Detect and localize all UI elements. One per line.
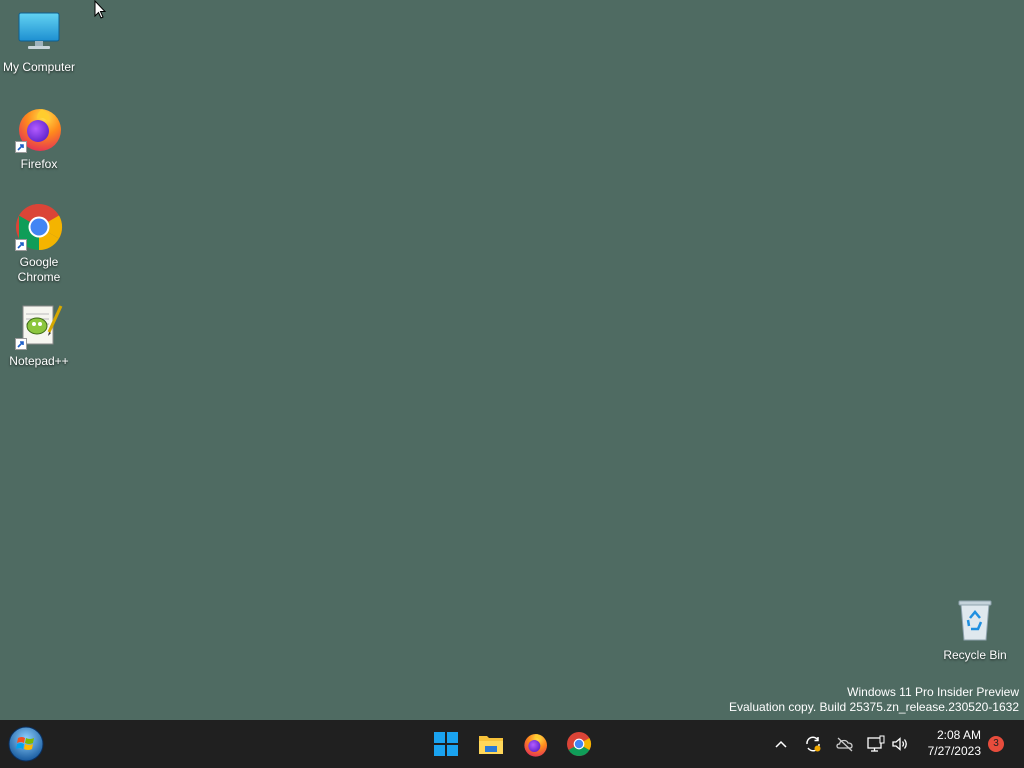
desktop-icon-firefox[interactable]: Firefox [0,105,78,172]
desktop-icon-label: Firefox [20,157,58,171]
desktop-icon-label: Notepad++ [9,354,69,368]
taskbar-start-button[interactable] [430,728,462,760]
taskbar-chrome-button[interactable] [563,728,595,760]
desktop-icon-notepadpp[interactable]: Notepad++ [0,302,78,369]
shortcut-arrow-icon [15,239,27,251]
monitor-icon [15,8,63,56]
watermark-line-build: Evaluation copy. Build 25375.zn_release.… [729,700,1019,714]
start-orb-button[interactable] [8,726,44,762]
shortcut-arrow-icon [15,141,27,153]
file-explorer-icon [479,736,503,754]
shortcut-arrow-icon [15,338,27,350]
tray-volume-button[interactable] [890,734,910,754]
show-hidden-icons-button[interactable] [771,734,791,754]
watermark-line-edition: Windows 11 Pro Insider Preview [847,685,1019,699]
chrome-icon [567,732,592,757]
tray-onedrive-button[interactable] [835,734,855,754]
volume-icon [892,737,907,751]
onedrive-offline-icon [836,737,853,752]
tray-sync-button[interactable] [803,734,823,754]
windows-start-icon [434,732,458,756]
notepadpp-icon [15,302,63,350]
network-icon [867,735,885,752]
desktop-icon-recycle-bin[interactable]: Recycle Bin [936,596,1014,663]
windows-orb-icon [8,726,44,762]
taskbar-file-explorer-button[interactable] [475,728,507,760]
taskbar-clock[interactable]: 2:08 AM 7/27/2023 [928,727,981,759]
recycle-bin-icon [951,596,999,644]
desktop-icon-label: My Computer [2,60,76,74]
chevron-up-icon [775,740,787,748]
sync-icon [806,736,821,752]
evaluation-watermark: Windows 11 Pro Insider Preview Evaluatio… [729,685,1019,715]
taskbar: 2:08 AM 7/27/2023 3 [0,720,1024,768]
clock-date: 7/27/2023 [927,744,981,758]
taskbar-firefox-button[interactable] [519,728,551,760]
mouse-cursor-icon [94,0,107,24]
chrome-icon [15,203,63,251]
tray-network-button[interactable] [866,734,886,754]
desktop-icon-label: Recycle Bin [943,648,1007,662]
desktop-icon-my-computer[interactable]: My Computer [0,8,78,75]
desktop-icon-google-chrome[interactable]: Google Chrome [0,203,78,285]
firefox-icon [15,105,63,153]
firefox-icon [524,734,547,757]
clock-time: 2:08 AM [936,728,981,742]
desktop-icon-label: Google Chrome [17,255,61,284]
notification-count-badge[interactable]: 3 [988,736,1004,752]
